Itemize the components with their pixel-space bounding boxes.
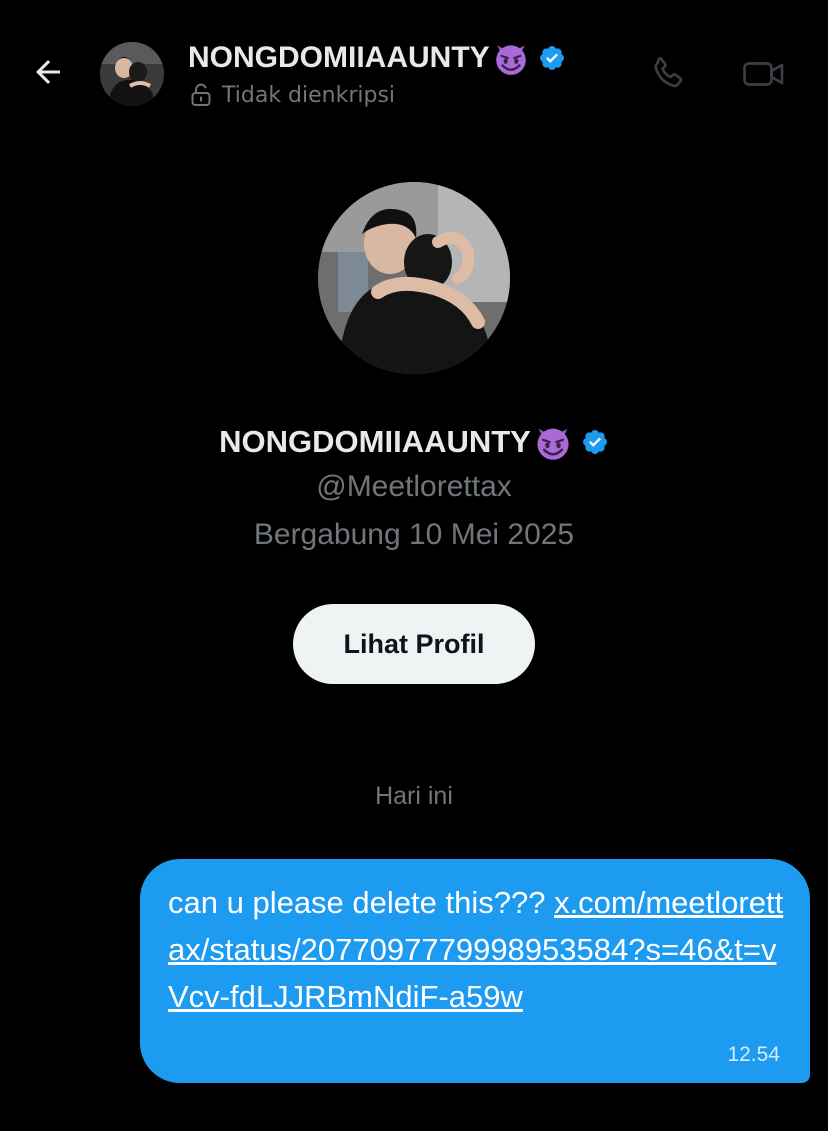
- smiling-imp-emoji-icon: [533, 422, 573, 462]
- profile-avatar[interactable]: [318, 182, 510, 374]
- profile-handle: @Meetlorettax: [316, 470, 512, 503]
- arrow-left-icon: [30, 54, 66, 94]
- header-avatar[interactable]: [100, 42, 164, 106]
- video-call-button[interactable]: [738, 52, 790, 100]
- outgoing-message-bubble[interactable]: can u please delete this??? x.com/meetlo…: [140, 859, 810, 1083]
- profile-joined-date: Bergabung 10 Mei 2025: [253, 518, 575, 551]
- encryption-status: Tidak dienkripsi: [190, 80, 395, 110]
- profile-name-row: NONGDOMIIAAUNTY: [0, 420, 828, 464]
- message-text: can u please delete this??? x.com/meetlo…: [168, 879, 790, 1020]
- unlocked-lock-icon: [190, 83, 212, 107]
- phone-icon: [648, 54, 688, 98]
- voice-call-button[interactable]: [644, 52, 692, 100]
- message-timestamp: 12.54: [727, 1043, 780, 1066]
- profile-name: NONGDOMIIAAUNTY: [219, 424, 531, 459]
- view-profile-button[interactable]: Lihat Profil: [293, 604, 535, 684]
- smiling-imp-emoji-icon: [492, 39, 530, 77]
- header-name: NONGDOMIIAAUNTY: [188, 41, 490, 74]
- header-name-row[interactable]: NONGDOMIIAAUNTY: [188, 38, 566, 78]
- dm-conversation-screen: NONGDOMIIAAUNTY Tidak dienkripsi NONGDOM…: [0, 0, 828, 1131]
- back-button[interactable]: [26, 52, 70, 96]
- video-camera-icon: [741, 56, 787, 96]
- verified-badge-icon: [581, 428, 609, 456]
- message-body: can u please delete this???: [168, 885, 555, 920]
- date-divider: Hari ini: [375, 782, 453, 810]
- encryption-status-text: Tidak dienkripsi: [222, 82, 396, 108]
- verified-badge-icon: [538, 44, 566, 72]
